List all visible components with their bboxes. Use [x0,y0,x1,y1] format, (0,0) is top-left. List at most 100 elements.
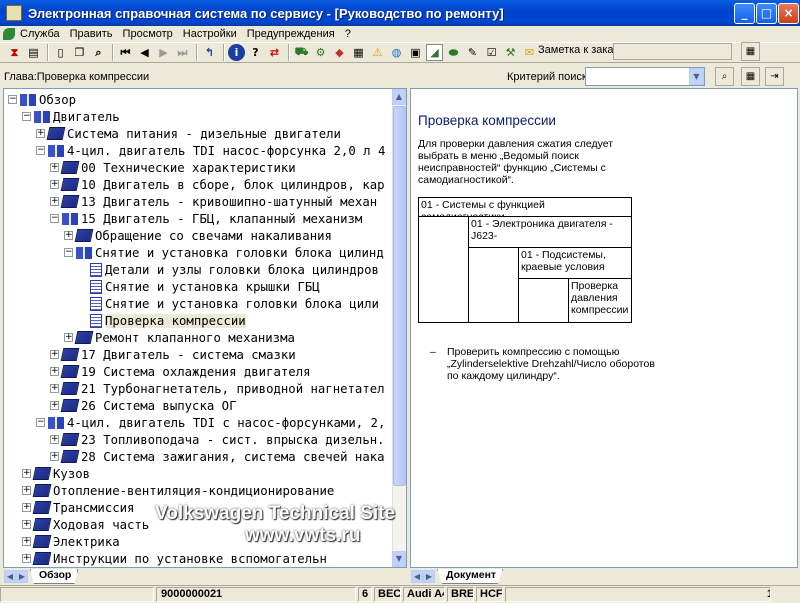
tree-node[interactable]: + Трансмиссия [22,499,134,516]
tree-node[interactable]: + Ремонт клапанного механизма [64,329,295,346]
tree-node[interactable]: − 15 Двигатель - ГБЦ, клапанный механизм [50,210,362,227]
car-side-icon[interactable]: ⬬ [445,44,462,61]
find-icon[interactable]: ⌕ [90,44,107,61]
engine-icon[interactable]: ⚙ [312,44,329,61]
tree-node[interactable]: Снятие и установка головки блока цили [78,295,379,312]
tree-node[interactable]: + Система питания - дизельные двигатели [36,125,341,142]
menu-service[interactable]: Служба [15,28,65,40]
expand-icon[interactable]: + [22,537,31,546]
menu-warnings[interactable]: Предупреждения [242,28,340,40]
scroll-up-icon[interactable]: ▲ [392,89,406,105]
copy-icon[interactable]: ❐ [71,44,88,61]
globe-icon[interactable]: ◍ [388,44,405,61]
car-icon[interactable]: ⛟ [293,44,310,61]
search-criteria-input[interactable] [585,67,705,86]
close-button[interactable]: × [778,3,799,24]
expand-icon[interactable]: + [22,486,31,495]
up-level-icon[interactable]: ↰ [201,44,218,61]
tree-node[interactable]: Детали и узлы головки блока цилиндров [78,261,379,278]
first-page-icon[interactable]: ⏮ [117,44,134,61]
sync-tree-icon[interactable]: ⇥ [765,67,784,86]
tree-node[interactable]: + Отопление-вентиляция-кондиционирование [22,482,334,499]
expand-icon[interactable]: + [50,180,59,189]
menu-view[interactable]: Просмотр [118,28,178,40]
expand-icon[interactable]: + [50,452,59,461]
print-icon[interactable]: ▤ [25,44,42,61]
expand-icon[interactable]: + [50,197,59,206]
expand-icon[interactable]: + [22,503,31,512]
tree-node[interactable]: Проверка компрессии [78,312,246,329]
swap-icon[interactable]: ⇄ [266,44,283,61]
note-help-icon[interactable]: ✉ [521,44,538,61]
tree-node[interactable]: + Ходовая часть [22,516,149,533]
checklist-icon[interactable]: ☑ [483,44,500,61]
tree-scrollbar-thumb[interactable] [393,106,406,486]
menu-edit[interactable]: Править [65,28,118,40]
search-options-icon[interactable]: ▦ [741,67,760,86]
tree-node[interactable]: Снятие и установка крышки ГБЦ [78,278,320,295]
minimize-button[interactable]: _ [734,3,755,24]
order-note-field[interactable] [613,43,732,60]
chart-icon[interactable]: ▦ [350,44,367,61]
collapse-icon[interactable]: − [22,112,31,121]
tree-node[interactable]: − 4-цил. двигатель TDI с насос-форсунками… [36,414,385,431]
save-icon[interactable]: ▣ [407,44,424,61]
help-icon[interactable]: ? [247,44,264,61]
collapse-icon[interactable]: − [50,214,59,223]
expand-icon[interactable]: + [50,401,59,410]
tree-node[interactable]: + Инструкции по установке вспомогательн [22,550,327,567]
expand-icon[interactable]: + [50,435,59,444]
tab-overview[interactable]: Обзор [30,569,79,584]
tree-node[interactable]: + Кузов [22,465,90,482]
info-icon[interactable]: i [228,44,245,61]
tree-node[interactable]: − 4-цил. двигатель TDI насос-форсунка 2,0… [36,142,385,159]
tools-icon[interactable]: ⚒ [502,44,519,61]
tree-node[interactable]: +13 Двигатель - кривошипно-шатунный меха… [50,193,377,210]
tree-node[interactable]: +23 Топливоподача - сист. впрыска дизель… [50,431,385,448]
tree-node[interactable]: +17 Двигатель - система смазки [50,346,296,363]
tab-scroll-right-icon[interactable]: ▶ [423,570,435,583]
tree-node[interactable]: − Двигатель [22,108,120,125]
search-go-icon[interactable]: ⌕ [715,67,734,86]
expand-icon[interactable]: + [36,129,45,138]
tree-node[interactable]: + Обращение со свечами накаливания [64,227,332,244]
tree-node[interactable]: +19 Система охлаждения двигателя [50,363,311,380]
new-document-icon[interactable]: ▯ [52,44,69,61]
order-note-button[interactable]: ▦ [741,42,760,61]
menu-help[interactable]: ? [340,28,356,40]
expand-icon[interactable]: + [22,554,31,563]
collapse-icon[interactable]: − [8,95,17,104]
book-red-icon[interactable]: ◆ [331,44,348,61]
maximize-button[interactable]: □ [756,3,777,24]
tree-node[interactable]: − Обзор [8,91,76,108]
expand-icon[interactable]: + [50,384,59,393]
previous-icon[interactable]: ◀ [136,44,153,61]
tab-scroll-left-icon[interactable]: ◀ [4,570,16,583]
tree-node[interactable]: +10 Двигатель в сборе, блок цилиндров, к… [50,176,385,193]
hourglass-icon[interactable]: ⧗ [6,44,23,61]
expand-icon[interactable]: + [64,333,73,342]
tree-node[interactable]: +21 Турбонагнетатель, приводной нагнетат… [50,380,385,397]
last-page-icon[interactable]: ⏭ [174,44,191,61]
scroll-down-icon[interactable]: ▼ [392,551,406,567]
tree-node[interactable]: + Электрика [22,533,120,550]
expand-icon[interactable]: + [22,520,31,529]
expand-icon[interactable]: + [50,367,59,376]
collapse-icon[interactable]: − [36,418,45,427]
next-icon[interactable]: ▶ [155,44,172,61]
tab-scroll-left-icon[interactable]: ◀ [411,570,423,583]
collapse-icon[interactable]: − [36,146,45,155]
edit-icon[interactable]: ✎ [464,44,481,61]
tab-scroll-right-icon[interactable]: ▶ [16,570,28,583]
tree-node[interactable]: − Снятие и установка головки блока цилинд [64,244,384,261]
menu-settings[interactable]: Настройки [178,28,242,40]
tree-node[interactable]: +26 Система выпуска ОГ [50,397,236,414]
warning-icon[interactable]: ⚠ [369,44,386,61]
tree-node[interactable]: +00 Технические характеристики [50,159,296,176]
expand-icon[interactable]: + [50,350,59,359]
tree-book-icon[interactable]: ◢ [426,44,443,61]
expand-icon[interactable]: + [64,231,73,240]
chevron-down-icon[interactable]: ▼ [689,68,704,85]
expand-icon[interactable]: + [50,163,59,172]
collapse-icon[interactable]: − [64,248,73,257]
